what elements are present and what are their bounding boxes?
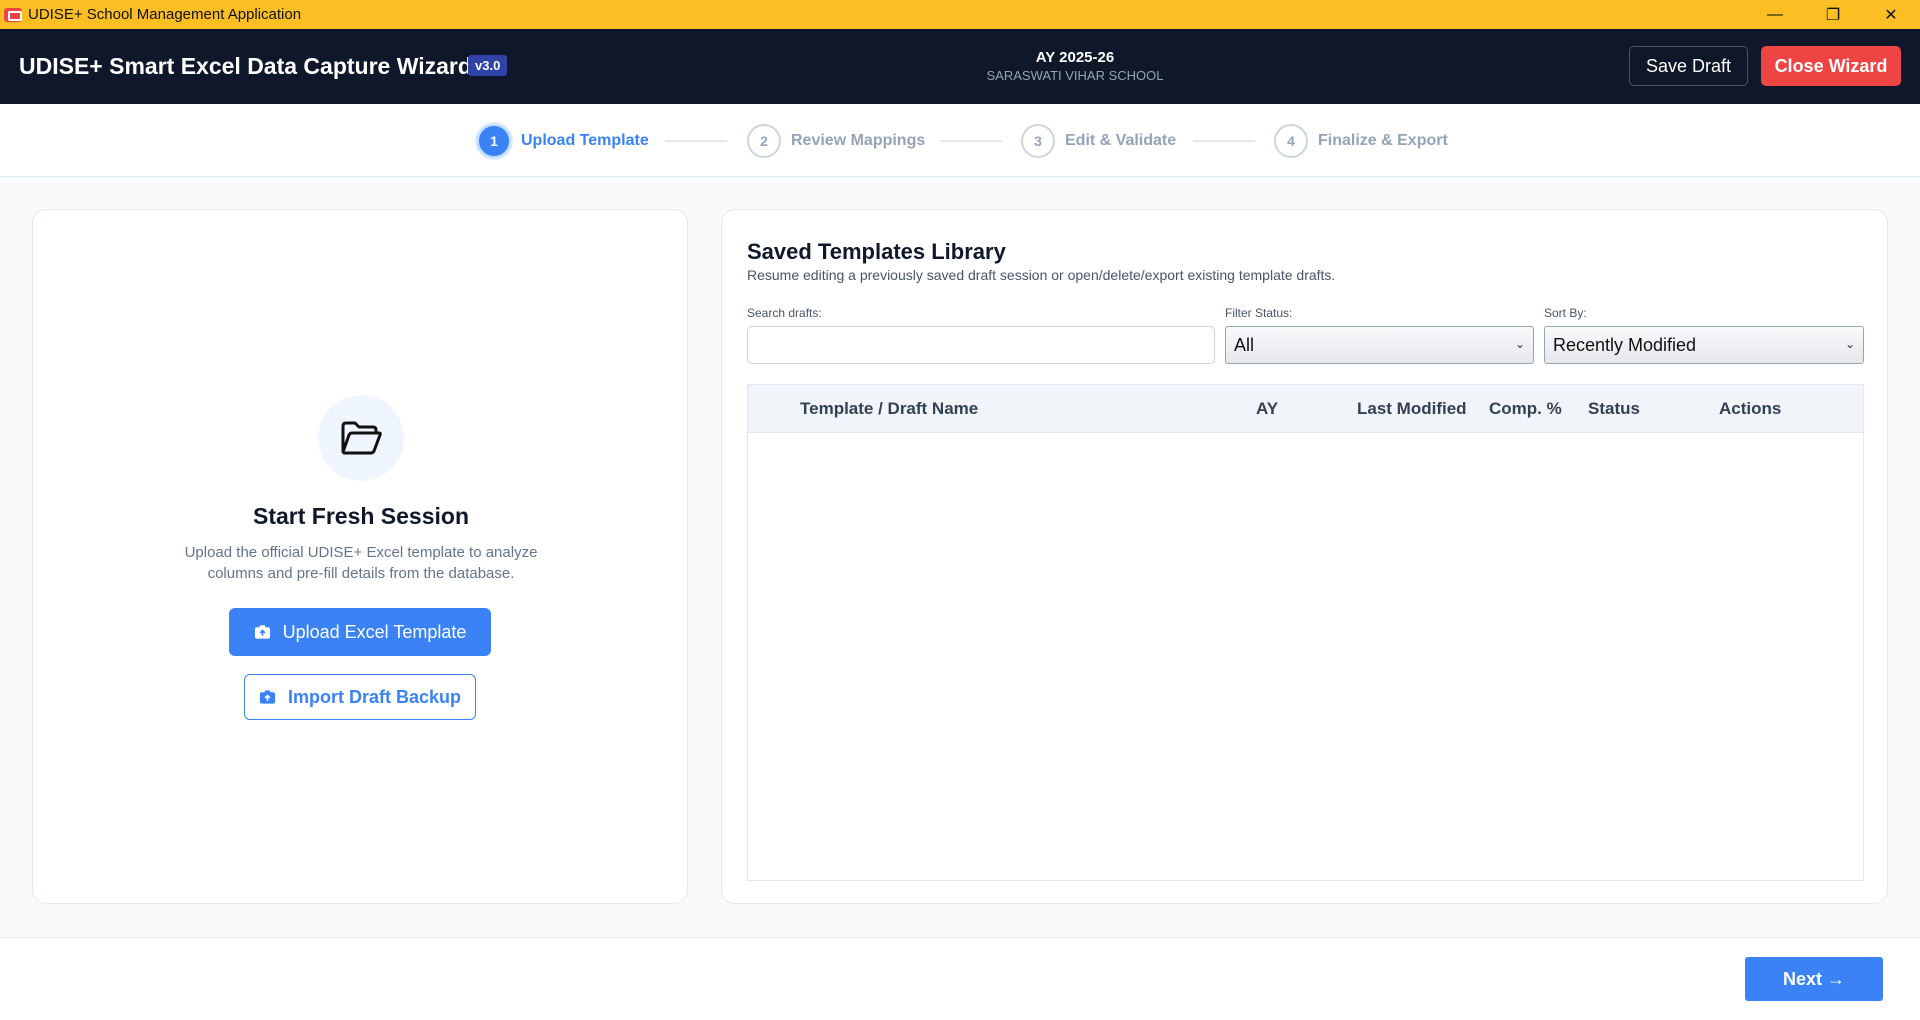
step-label: Review Mappings: [791, 132, 926, 149]
upload-excel-template-button[interactable]: Upload Excel Template: [229, 608, 491, 656]
window-title: UDISE+ School Management Application: [28, 6, 302, 23]
import-icon: [259, 690, 276, 704]
upload-icon: [254, 625, 270, 639]
library-description: Resume editing a previously saved draft …: [747, 267, 1336, 283]
step-edit-validate[interactable]: 3 Edit & Validate: [1021, 123, 1176, 159]
column-header-last-modified[interactable]: Last Modified: [1357, 399, 1467, 419]
step-label: Finalize & Export: [1318, 132, 1448, 149]
academic-year: AY 2025-26: [1035, 49, 1115, 66]
minimize-button[interactable]: —: [1746, 0, 1804, 29]
app-header: UDISE+ Smart Excel Data Capture Wizard v…: [0, 29, 1920, 104]
folder-icon-wrap: [318, 395, 404, 481]
filter-status-value: All: [1234, 334, 1255, 355]
column-header-ay[interactable]: AY: [1256, 399, 1278, 419]
filter-status-select[interactable]: All ⌄: [1225, 326, 1534, 364]
save-draft-button[interactable]: Save Draft: [1629, 46, 1748, 86]
step-connector: [940, 140, 1002, 142]
step-number: 4: [1274, 124, 1308, 158]
close-window-button[interactable]: ✕: [1862, 0, 1920, 29]
step-connector: [1193, 140, 1255, 142]
step-number: 3: [1021, 124, 1055, 158]
saved-templates-card: Saved Templates Library Resume editing a…: [721, 209, 1888, 904]
step-number: 1: [477, 124, 511, 158]
filter-status-label: Filter Status:: [1225, 306, 1293, 320]
school-name: SARASWATI VIHAR SCHOOL: [986, 68, 1164, 83]
start-fresh-card: Start Fresh Session Upload the official …: [32, 209, 688, 904]
column-header-actions: Actions: [1719, 399, 1782, 418]
wizard-footer: Next →: [0, 937, 1920, 1020]
version-badge: v3.0: [468, 55, 508, 76]
upload-button-label: Upload Excel Template: [282, 621, 467, 642]
drafts-table: Template / Draft Name AY Last Modified C…: [747, 384, 1864, 881]
step-review-mappings[interactable]: 2 Review Mappings: [747, 123, 925, 159]
wizard-stepper: 1 Upload Template 2 Review Mappings 3 Ed…: [0, 104, 1920, 177]
sort-by-value: Recently Modified: [1553, 334, 1697, 355]
app-title: UDISE+ Smart Excel Data Capture Wizard: [19, 53, 472, 79]
next-button[interactable]: Next →: [1745, 957, 1883, 1001]
folder-open-icon: [341, 421, 382, 455]
search-label: Search drafts:: [747, 306, 822, 320]
close-wizard-button[interactable]: Close Wizard: [1761, 46, 1901, 86]
window-titlebar: UDISE+ School Management Application — ❐…: [0, 0, 1920, 29]
column-header-completion[interactable]: Comp. %: [1489, 399, 1562, 419]
step-number: 2: [747, 124, 781, 158]
sort-by-label: Sort By:: [1544, 306, 1587, 320]
step-finalize-export[interactable]: 4 Finalize & Export: [1274, 123, 1448, 159]
step-label: Upload Template: [521, 132, 649, 149]
import-button-label: Import Draft Backup: [287, 686, 462, 707]
window-controls: — ❐ ✕: [1746, 0, 1920, 29]
chevron-down-icon: ⌄: [1844, 337, 1855, 351]
column-header-status[interactable]: Status: [1588, 399, 1640, 419]
import-draft-backup-button[interactable]: Import Draft Backup: [244, 674, 476, 720]
step-upload-template[interactable]: 1 Upload Template: [477, 123, 649, 159]
chevron-down-icon: ⌄: [1514, 337, 1525, 351]
column-header-name[interactable]: Template / Draft Name: [800, 399, 978, 419]
fresh-session-title: Start Fresh Session: [252, 503, 470, 529]
table-header: Template / Draft Name AY Last Modified C…: [748, 385, 1863, 433]
step-connector: [665, 140, 727, 142]
sort-by-select[interactable]: Recently Modified ⌄: [1544, 326, 1864, 364]
restore-button[interactable]: ❐: [1804, 0, 1862, 29]
fresh-session-description: Upload the official UDISE+ Excel templat…: [184, 544, 538, 582]
app-icon: [4, 7, 22, 22]
search-drafts-input[interactable]: [747, 326, 1215, 364]
step-label: Edit & Validate: [1065, 132, 1177, 149]
library-title: Saved Templates Library: [747, 239, 1006, 264]
